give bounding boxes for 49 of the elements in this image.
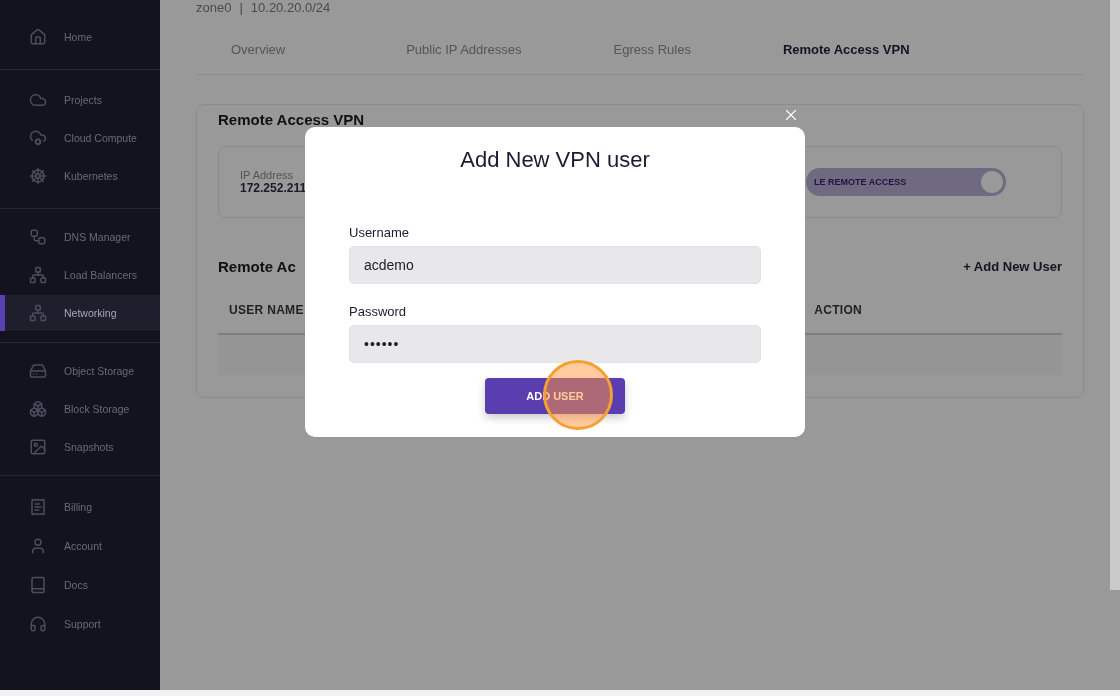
section-title: Remote Ac — [218, 258, 296, 275]
add-user-link[interactable]: + Add New User — [963, 259, 1062, 274]
network-icon — [29, 266, 47, 284]
password-field[interactable]: •••••• — [349, 325, 761, 363]
tab[interactable]: Remote Access VPN — [782, 42, 910, 74]
sidebar-item[interactable]: Object Storage — [0, 353, 160, 389]
sidebar-item[interactable]: Load Balancers — [0, 257, 160, 293]
sidebar-item[interactable]: DNS Manager — [0, 219, 160, 255]
ip-label: IP Address — [240, 169, 294, 181]
sidebar-item[interactable]: Billing — [0, 489, 160, 525]
tab[interactable]: Public IP Addresses — [406, 42, 522, 74]
drive-icon — [29, 362, 47, 380]
remote-access-toggle[interactable]: LE REMOTE ACCESS — [806, 168, 1006, 196]
home-icon — [29, 28, 47, 46]
sidebar-item[interactable]: Cloud Compute — [0, 120, 160, 156]
column-header: USER NAME — [229, 303, 304, 319]
zone-name: zone0 — [196, 0, 232, 16]
sidebar-item[interactable]: Networking — [0, 295, 160, 331]
ship-wheel-icon — [29, 167, 47, 185]
column-header: ACTION — [814, 303, 862, 319]
network-icon — [29, 304, 47, 322]
cloud-gear-icon — [29, 129, 47, 147]
sidebar-item[interactable]: Snapshots — [0, 429, 160, 465]
tab[interactable]: Egress Rules — [613, 42, 691, 74]
sidebar-item[interactable]: Kubernetes — [0, 158, 160, 194]
sidebar-item[interactable]: Docs — [0, 567, 160, 603]
field-label: Password — [349, 304, 408, 319]
sidebar-item[interactable]: Home — [0, 19, 160, 55]
sidebar-item[interactable]: Account — [0, 528, 160, 564]
tab[interactable]: Overview — [231, 42, 286, 74]
subnet: 10.20.20.0/24 — [250, 0, 331, 16]
section-title: Remote Access VPN — [218, 111, 365, 128]
boxes-icon — [29, 400, 47, 418]
headset-icon — [29, 615, 47, 633]
field-label: Username — [349, 225, 410, 240]
user-icon — [29, 537, 47, 555]
image-icon — [29, 438, 47, 456]
sidebar-item[interactable]: Projects — [0, 82, 160, 118]
separator: | — [239, 0, 243, 16]
ip-value: 172.252.211 — [240, 181, 307, 195]
sidebar-item[interactable]: Block Storage — [0, 391, 160, 427]
username-field[interactable]: acdemo — [349, 246, 761, 284]
flow-icon — [29, 228, 47, 246]
dialog-title: Add New VPN user — [459, 147, 651, 173]
receipt-icon — [29, 498, 47, 516]
sidebar-item[interactable]: Support — [0, 606, 160, 642]
cloud-icon — [29, 91, 47, 109]
scrollbar[interactable] — [1110, 0, 1120, 590]
book-icon — [29, 576, 47, 594]
